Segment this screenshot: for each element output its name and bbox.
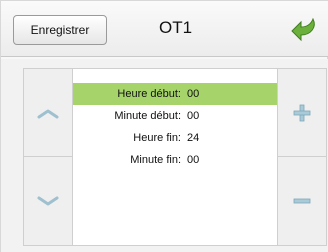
minus-icon	[293, 198, 311, 204]
row-label: Minute début:	[114, 110, 181, 122]
plus-icon	[293, 104, 311, 121]
increment-button[interactable]	[278, 69, 326, 157]
chevron-up-icon	[37, 109, 59, 118]
list-item-heure-fin[interactable]: Heure fin: 24	[73, 127, 277, 149]
row-value: 00	[187, 110, 200, 122]
screen: Enregistrer OT1 Heure début: 00 Minute d…	[0, 0, 328, 252]
down-button[interactable]	[24, 157, 72, 245]
up-button[interactable]	[24, 69, 72, 157]
list-item-minute-debut[interactable]: Minute début: 00	[73, 105, 277, 127]
parameter-list: Heure début: 00 Minute début: 00 Heure f…	[73, 68, 277, 246]
row-value: 00	[187, 88, 200, 100]
return-arrow-icon[interactable]	[289, 15, 319, 45]
row-label: Minute fin:	[130, 154, 181, 166]
list-item-heure-debut[interactable]: Heure début: 00	[73, 83, 277, 105]
list-item-minute-fin[interactable]: Minute fin: 00	[73, 149, 277, 171]
row-label: Heure début:	[117, 88, 181, 100]
row-value: 00	[187, 154, 200, 166]
header: Enregistrer OT1	[1, 1, 328, 57]
row-value: 24	[187, 132, 200, 144]
navigation-column	[23, 68, 73, 246]
row-label: Heure fin:	[133, 132, 181, 144]
chevron-down-icon	[37, 196, 59, 206]
save-button[interactable]: Enregistrer	[13, 15, 107, 45]
adjust-column	[277, 68, 327, 246]
page-title: OT1	[159, 18, 193, 37]
decrement-button[interactable]	[278, 157, 326, 245]
editor-panel: Heure début: 00 Minute début: 00 Heure f…	[1, 59, 328, 252]
